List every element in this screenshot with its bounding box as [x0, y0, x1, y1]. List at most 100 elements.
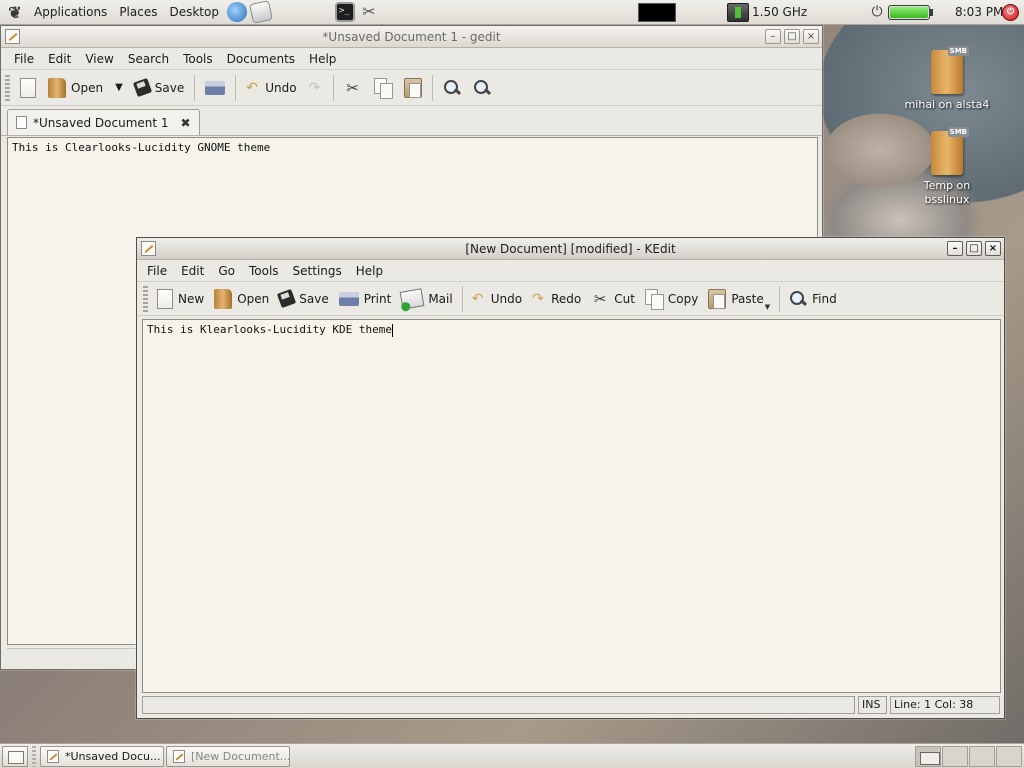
clock[interactable]: 8:03 PM [955, 0, 1003, 25]
open-label: Open [237, 291, 270, 306]
undo-label: Undo [490, 291, 523, 306]
gedit-app-icon[interactable] [5, 29, 20, 44]
close-button[interactable]: × [803, 29, 819, 44]
text-caret [392, 323, 394, 337]
cut-button[interactable]: ✂ Cut [586, 282, 640, 315]
print-button[interactable] [199, 70, 231, 105]
maximize-button[interactable]: □ [966, 241, 982, 256]
close-button[interactable]: × [985, 241, 1001, 256]
desktop-icon-temp[interactable]: SMB Temp on bsslinux [902, 127, 992, 207]
menu-edit[interactable]: Edit [41, 52, 78, 66]
menu-go[interactable]: Go [211, 264, 242, 278]
open-button[interactable]: Open [42, 70, 109, 105]
taskbar-item-label: *Unsaved Docu... [65, 749, 161, 763]
paste-button[interactable]: Paste ▼ [703, 282, 775, 315]
workspace-2[interactable] [942, 746, 968, 767]
web-browser-icon[interactable] [226, 2, 247, 22]
print-icon [338, 291, 359, 306]
new-button[interactable]: New [152, 282, 209, 315]
gedit-menubar: File Edit View Search Tools Documents He… [1, 48, 822, 70]
places-menu[interactable]: Places [113, 0, 163, 25]
open-button[interactable]: Open [209, 282, 274, 315]
power-plug-icon: ⏻ [871, 4, 883, 20]
paste-button[interactable] [398, 70, 428, 105]
menu-view[interactable]: View [78, 52, 120, 66]
new-label: New [178, 291, 205, 306]
kedit-app-icon[interactable] [141, 241, 156, 256]
workspace-3[interactable] [969, 746, 995, 767]
workspace-switcher [915, 746, 1022, 767]
undo-button[interactable]: ↶ Undo [467, 282, 527, 315]
paste-dropdown-icon[interactable]: ▼ [765, 303, 770, 311]
tools-icon[interactable]: ✂ [359, 2, 379, 22]
find-button[interactable]: Find [784, 282, 842, 315]
menu-help[interactable]: Help [349, 264, 390, 278]
maximize-button[interactable]: □ [784, 29, 800, 44]
find-button[interactable] [437, 70, 467, 105]
gedit-titlebar[interactable]: *Unsaved Document 1 - gedit – □ × [1, 26, 822, 48]
workspace-4[interactable] [996, 746, 1022, 767]
menu-settings[interactable]: Settings [286, 264, 349, 278]
save-button[interactable]: Save [129, 70, 190, 105]
taskbar-item-kedit[interactable]: [New Document... [166, 745, 290, 767]
menu-documents[interactable]: Documents [220, 52, 302, 66]
tab-close-icon[interactable]: ✖ [181, 116, 191, 130]
email-client-icon[interactable] [249, 0, 273, 24]
redo-button[interactable]: ↷ Redo [527, 282, 586, 315]
desktop-icon-mihai[interactable]: SMB mihai on alsta4 [902, 46, 992, 111]
toolbar-grip[interactable] [5, 74, 10, 101]
desktop-menu[interactable]: Desktop [163, 0, 225, 25]
find-replace-button[interactable] [467, 70, 497, 105]
print-button[interactable]: Print [334, 282, 397, 315]
workspace-1[interactable] [915, 746, 941, 767]
find-replace-icon [473, 79, 491, 97]
redo-button[interactable]: ↷ [303, 70, 329, 105]
find-label: Find [812, 291, 837, 306]
gedit-tabbar: *Unsaved Document 1 ✖ [1, 106, 822, 136]
taskbar-item-gedit[interactable]: *Unsaved Docu... [40, 745, 164, 767]
new-button[interactable] [14, 70, 42, 105]
copy-button[interactable]: Copy [640, 282, 703, 315]
menu-search[interactable]: Search [121, 52, 176, 66]
menu-tools[interactable]: Tools [176, 52, 220, 66]
mail-label: Mail [428, 291, 453, 306]
menu-tools[interactable]: Tools [242, 264, 286, 278]
menu-file[interactable]: File [140, 264, 174, 278]
panel-separator [32, 745, 36, 767]
undo-button[interactable]: ↶ Undo [240, 70, 302, 105]
status-cursor-position: Line: 1 Col: 38 [890, 696, 1000, 714]
minimize-button[interactable]: – [947, 241, 963, 256]
kedit-titlebar[interactable]: [New Document] [modified] - KEdit – □ × [137, 238, 1004, 260]
network-folder-icon: SMB [931, 46, 969, 94]
kedit-text-area[interactable]: This is Klearlooks-Lucidity KDE theme [142, 319, 1001, 693]
menu-edit[interactable]: Edit [174, 264, 211, 278]
kedit-toolbar: New Open Save Print Mail ↶ Undo ↷ Redo ✂ Cu… [137, 282, 1004, 316]
document-tab[interactable]: *Unsaved Document 1 ✖ [7, 109, 200, 135]
toolbar-grip[interactable] [143, 285, 148, 312]
save-button[interactable]: Save [274, 282, 333, 315]
kedit-title: [New Document] [modified] - KEdit [465, 242, 676, 256]
desktop-icon-label: Temp on bsslinux [923, 179, 971, 206]
paste-icon [708, 288, 727, 309]
cut-button[interactable]: ✂ [338, 70, 368, 105]
cpu-frequency-icon[interactable] [727, 3, 749, 22]
terminal-icon[interactable]: >_ [334, 2, 355, 22]
mail-button[interactable]: Mail [396, 282, 457, 315]
smb-badge: SMB [947, 127, 969, 137]
save-icon [277, 288, 297, 309]
undo-label: Undo [265, 80, 297, 95]
copy-button[interactable] [368, 70, 398, 105]
taskbar-item-label: [New Document... [191, 749, 290, 763]
applications-menu[interactable]: Applications [28, 0, 113, 25]
show-desktop-button[interactable] [2, 745, 28, 767]
black-applet[interactable] [638, 3, 676, 22]
menu-help[interactable]: Help [302, 52, 343, 66]
menu-file[interactable]: File [7, 52, 41, 66]
battery-icon[interactable] [888, 5, 933, 20]
minimize-button[interactable]: – [765, 29, 781, 44]
cut-icon: ✂ [346, 78, 359, 97]
gnome-foot-icon[interactable]: ❦ [6, 3, 24, 22]
logout-icon[interactable]: ⏻ [1002, 4, 1019, 21]
open-recent-dropdown[interactable]: ▼ [109, 70, 129, 105]
toolbar-separator [194, 74, 196, 101]
